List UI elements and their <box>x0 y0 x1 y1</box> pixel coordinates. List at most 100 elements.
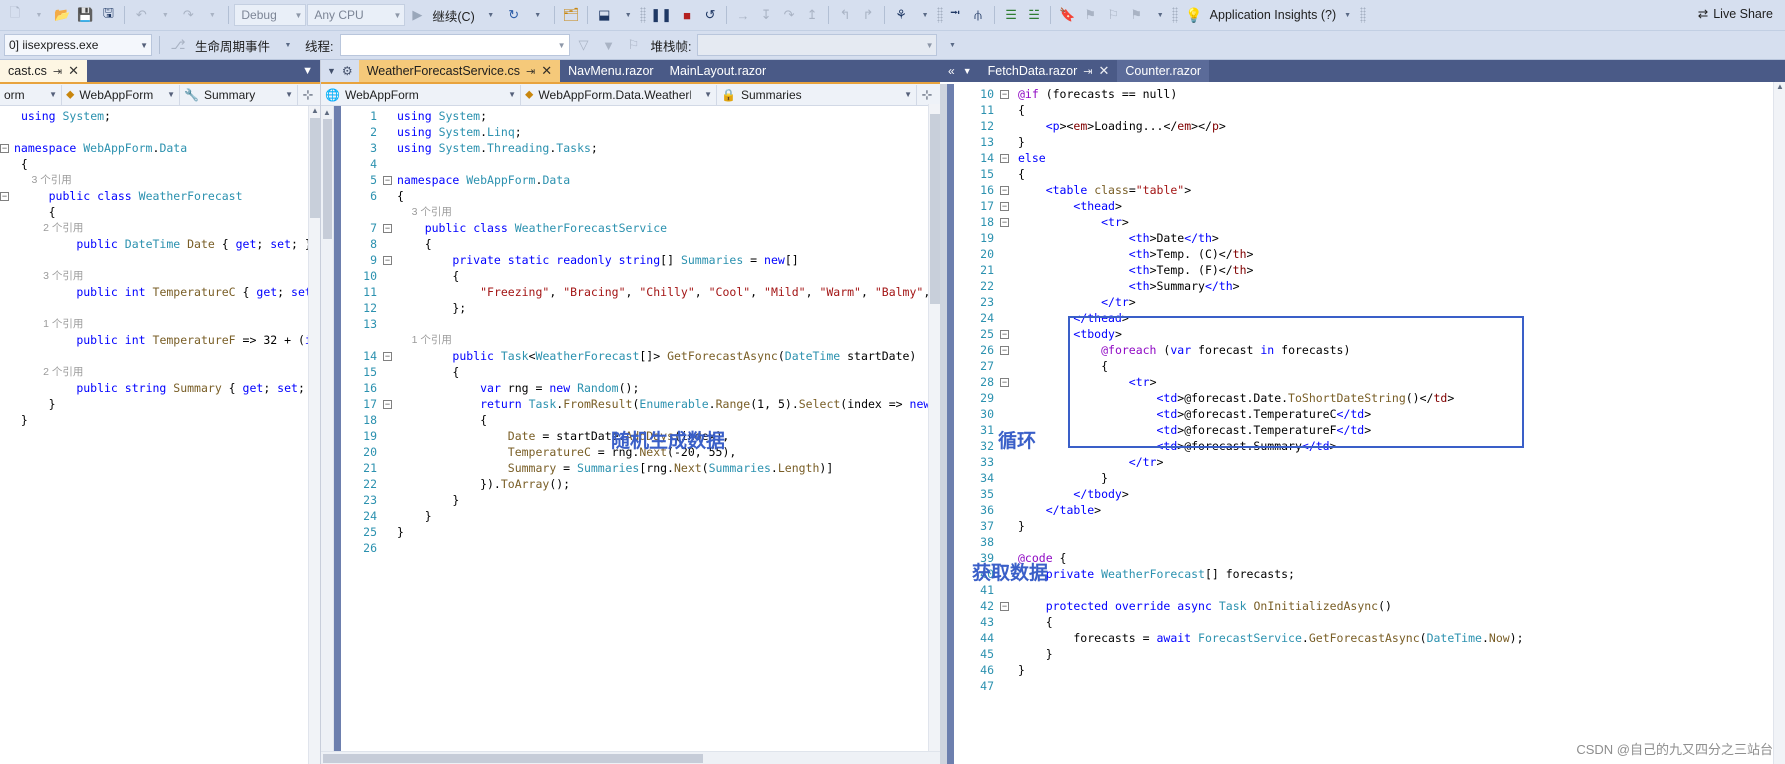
restart-icon[interactable]: ↻ <box>503 3 525 27</box>
left-vertical-scrollbar[interactable]: ▲ <box>308 106 320 764</box>
mid-left-scrollbar[interactable]: ▲ <box>321 106 334 764</box>
gutter-mark[interactable] <box>383 108 397 124</box>
left-nav-project-dropdown[interactable]: orm ▼ <box>0 84 62 105</box>
mid-horizontal-scrollbar[interactable] <box>321 751 940 764</box>
open-folder-icon[interactable]: 📂 <box>51 3 73 27</box>
gutter-mark[interactable] <box>1000 582 1018 598</box>
process-dropdown[interactable]: 0] iisexpress.exe ▼ <box>4 34 152 56</box>
mid-vertical-scrollbar[interactable] <box>928 104 940 751</box>
gutter-mark[interactable] <box>1000 614 1018 630</box>
restart-dropdown-icon[interactable]: ▼ <box>527 3 549 27</box>
debug-overflow-icon[interactable]: ▼ <box>941 33 963 57</box>
right-code-text[interactable]: @if (forecasts == null) { <p><em>Loading.… <box>1018 84 1785 764</box>
live-share-button[interactable]: ⇄ Live Share <box>1698 6 1773 22</box>
uncomment-lines-icon[interactable]: ☱ <box>1023 3 1045 27</box>
gutter-mark[interactable] <box>383 508 397 524</box>
gutter-mark[interactable] <box>1000 390 1018 406</box>
flag-icon[interactable]: ⚐ <box>623 33 645 57</box>
continue-dropdown-icon[interactable]: ▼ <box>480 3 502 27</box>
gutter-mark[interactable] <box>1000 102 1018 118</box>
pin-icon[interactable]: ⇥ <box>1083 65 1092 78</box>
gutter-mark[interactable]: − <box>1000 598 1018 614</box>
pin-icon[interactable]: ⇥ <box>53 65 62 78</box>
gutter-mark[interactable] <box>1000 566 1018 582</box>
gutter-mark[interactable]: − <box>383 348 397 364</box>
continue-label[interactable]: 继续(C) <box>429 6 477 25</box>
gutter-mark[interactable]: − <box>1000 182 1018 198</box>
gutter-mark[interactable] <box>383 444 397 460</box>
tab-weatherforecastservice-cs[interactable]: WeatherForecastService.cs ⇥ ✕ <box>358 60 561 82</box>
left-code-area[interactable]: . . − . . − using System; namespace WebAp… <box>0 106 320 764</box>
gutter-mark[interactable] <box>1000 470 1018 486</box>
mid-code-text[interactable]: using System; using System.Linq; using Sys… <box>397 106 940 764</box>
prev-bookmark-icon[interactable]: ⚑ <box>1079 3 1101 27</box>
gutter-mark[interactable] <box>383 140 397 156</box>
hot-reload-dropdown-icon[interactable]: ▼ <box>617 3 639 27</box>
next-bookmark-icon[interactable]: ⚐ <box>1102 3 1124 27</box>
diagnostic-tools-icon[interactable]: ⚘ <box>890 3 912 27</box>
gutter-mark[interactable] <box>1000 662 1018 678</box>
code-lens-line[interactable]: 3 个引用 <box>14 172 320 188</box>
close-icon[interactable]: ✕ <box>541 63 552 79</box>
diagnostic-dropdown-icon[interactable]: ▼ <box>914 3 936 27</box>
gutter-mark[interactable] <box>383 476 397 492</box>
stackframe-dropdown[interactable]: ▼ <box>697 34 938 56</box>
gutter-mark[interactable] <box>383 364 397 380</box>
save-all-icon[interactable]: 🖫 <box>97 3 119 27</box>
tab-weatherforecast-cs[interactable]: cast.cs ⇥ ✕ <box>0 60 88 82</box>
gutter-mark[interactable] <box>383 236 397 252</box>
indent-icon[interactable]: ⭲ <box>944 3 966 27</box>
split-editor-icon[interactable]: ⊹ <box>298 87 318 103</box>
gutter-mark[interactable] <box>383 540 397 556</box>
gutter-mark[interactable]: − <box>383 252 397 268</box>
right-code-area[interactable]: 10 11 12 13 14 15 16 17 18 19 20 21 22 23 24 25 26 27 28 29… <box>940 82 1785 764</box>
step-out-arc-icon[interactable]: ↷ <box>778 3 800 27</box>
thread-dropdown[interactable]: ▼ <box>339 34 570 56</box>
gutter-mark[interactable]: − <box>1000 150 1018 166</box>
tab-list-dropdown-icon[interactable]: ▼ <box>327 66 336 76</box>
scroll-up-arrow-icon[interactable]: ▲ <box>311 107 319 115</box>
filter-clear-icon[interactable]: ▼ <box>598 33 620 57</box>
chevron-down-icon[interactable]: ▼ <box>1344 12 1351 19</box>
gutter-mark[interactable] <box>1000 422 1018 438</box>
scroll-up-arrow-icon[interactable]: ▲ <box>323 108 331 117</box>
new-item-dropdown-icon[interactable]: ▼ <box>28 3 50 27</box>
left-nav-type-dropdown[interactable]: ⬥ WebAppForm.Da ▼ <box>62 84 180 105</box>
step-out-icon[interactable]: ↥ <box>801 3 823 27</box>
gutter-mark[interactable] <box>383 316 397 332</box>
save-icon[interactable]: 💾 <box>74 3 96 27</box>
gutter-mark[interactable]: − <box>1000 326 1018 342</box>
gutter-mark[interactable]: − <box>1000 214 1018 230</box>
mid-nav-type-dropdown[interactable]: ⬥ WebAppForm.Data.WeatherFore ▼ <box>521 84 717 105</box>
collapse-box-icon[interactable]: − <box>0 192 9 202</box>
left-scroll-thumb[interactable] <box>310 118 320 218</box>
gutter-mark[interactable] <box>1000 454 1018 470</box>
mid-scroll-thumb[interactable] <box>322 119 332 239</box>
gutter-mark[interactable] <box>1000 486 1018 502</box>
mid-nav-member-dropdown[interactable]: 🔒 Summaries ▼ <box>717 84 917 105</box>
close-icon[interactable]: ✕ <box>1098 63 1109 79</box>
gutter-mark[interactable] <box>383 156 397 172</box>
gutter-mark[interactable]: − <box>383 396 397 412</box>
gutter-mark[interactable] <box>1000 166 1018 182</box>
tab-mainlayout-razor[interactable]: MainLayout.razor <box>661 60 775 82</box>
tab-list-dropdown-icon[interactable]: ▼ <box>963 66 972 76</box>
play-icon[interactable]: ▶ <box>406 3 428 27</box>
scroll-up-arrow-icon[interactable]: ▲ <box>1776 83 1784 91</box>
browser-select-icon[interactable]: 🗂 <box>560 3 583 27</box>
solution-platform-dropdown[interactable]: Any CPU ▼ <box>307 4 406 26</box>
mid-scroll-thumb-right[interactable] <box>930 114 940 304</box>
step-over-icon[interactable]: → <box>732 3 754 27</box>
mid-nav-project-dropdown[interactable]: 🌐 WebAppForm ▼ <box>321 84 521 105</box>
gutter-mark[interactable]: − <box>383 172 397 188</box>
gutter-mark[interactable]: − <box>1000 342 1018 358</box>
chevron-down-icon[interactable]: ▼ <box>277 33 299 57</box>
clear-bookmark-icon[interactable]: ⚑ <box>1125 3 1147 27</box>
step-into-icon[interactable]: ↧ <box>755 3 777 27</box>
filter-icon[interactable]: ▽ <box>573 33 595 57</box>
code-lens-line[interactable]: 1 个引用 <box>14 316 320 332</box>
new-item-icon[interactable]: 🗋 <box>4 3 26 27</box>
code-lens-line[interactable]: 1 个引用 <box>397 332 940 348</box>
gutter-mark[interactable] <box>1000 630 1018 646</box>
left-code-text[interactable]: using System; namespace WebAppForm.Data {… <box>14 106 320 764</box>
